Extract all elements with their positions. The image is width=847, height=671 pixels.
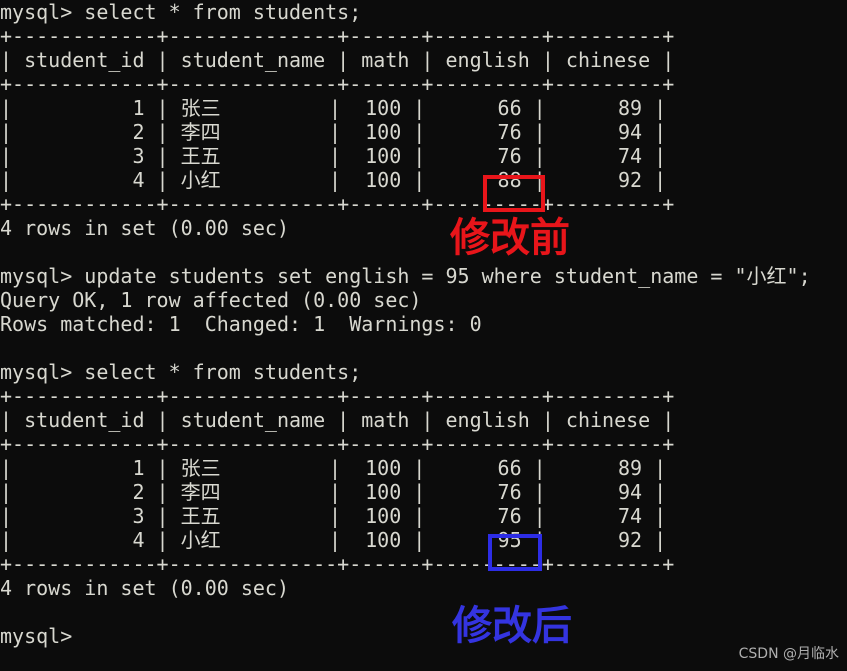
- terminal-line-select-after: mysql> select * from students;: [0, 360, 362, 384]
- table-row: | 1 | 张三 | 100 | 66 | 89 |: [0, 456, 667, 480]
- rows-in-set-before: 4 rows in set (0.00 sec): [0, 216, 289, 240]
- table-row: | 3 | 王五 | 100 | 76 | 74 |: [0, 504, 667, 528]
- annotation-after-label: 修改后: [452, 603, 572, 649]
- query-ok-line: Query OK, 1 row affected (0.00 sec): [0, 288, 422, 312]
- table-row: | 2 | 李四 | 100 | 76 | 94 |: [0, 480, 667, 504]
- table-border-top-after: +------------+--------------+------+----…: [0, 384, 675, 408]
- terminal-line-select-before: mysql> select * from students;: [0, 0, 362, 24]
- table-row: | 4 | 小红 | 100 | 88 | 92 |: [0, 168, 667, 192]
- table-border-bottom-after: +------------+--------------+------+----…: [0, 552, 675, 576]
- terminal-screen: mysql> select * from students; +---------…: [0, 0, 847, 671]
- table-border-header-before: +------------+--------------+------+----…: [0, 72, 675, 96]
- rows-matched-line: Rows matched: 1 Changed: 1 Warnings: 0: [0, 312, 482, 336]
- table-row: | 3 | 王五 | 100 | 76 | 74 |: [0, 144, 667, 168]
- table-row: | 2 | 李四 | 100 | 76 | 94 |: [0, 120, 667, 144]
- table-border-top-before: +------------+--------------+------+----…: [0, 24, 675, 48]
- terminal-line-update-statement: mysql> update students set english = 95 …: [0, 264, 811, 288]
- terminal-prompt-final[interactable]: mysql>: [0, 624, 847, 648]
- terminal-output[interactable]: mysql> select * from students; +---------…: [0, 0, 847, 648]
- table-border-bottom-before: +------------+--------------+------+----…: [0, 192, 675, 216]
- annotation-before-label: 修改前: [450, 215, 570, 261]
- table-row: | 1 | 张三 | 100 | 66 | 89 |: [0, 96, 667, 120]
- csdn-watermark: CSDN @月临水: [738, 646, 839, 662]
- table-row: | 4 | 小红 | 100 | 95 | 92 |: [0, 528, 667, 552]
- table-border-header-after: +------------+--------------+------+----…: [0, 432, 675, 456]
- rows-in-set-after: 4 rows in set (0.00 sec): [0, 576, 289, 600]
- table-header-before: | student_id | student_name | math | eng…: [0, 48, 675, 72]
- table-header-after: | student_id | student_name | math | eng…: [0, 408, 675, 432]
